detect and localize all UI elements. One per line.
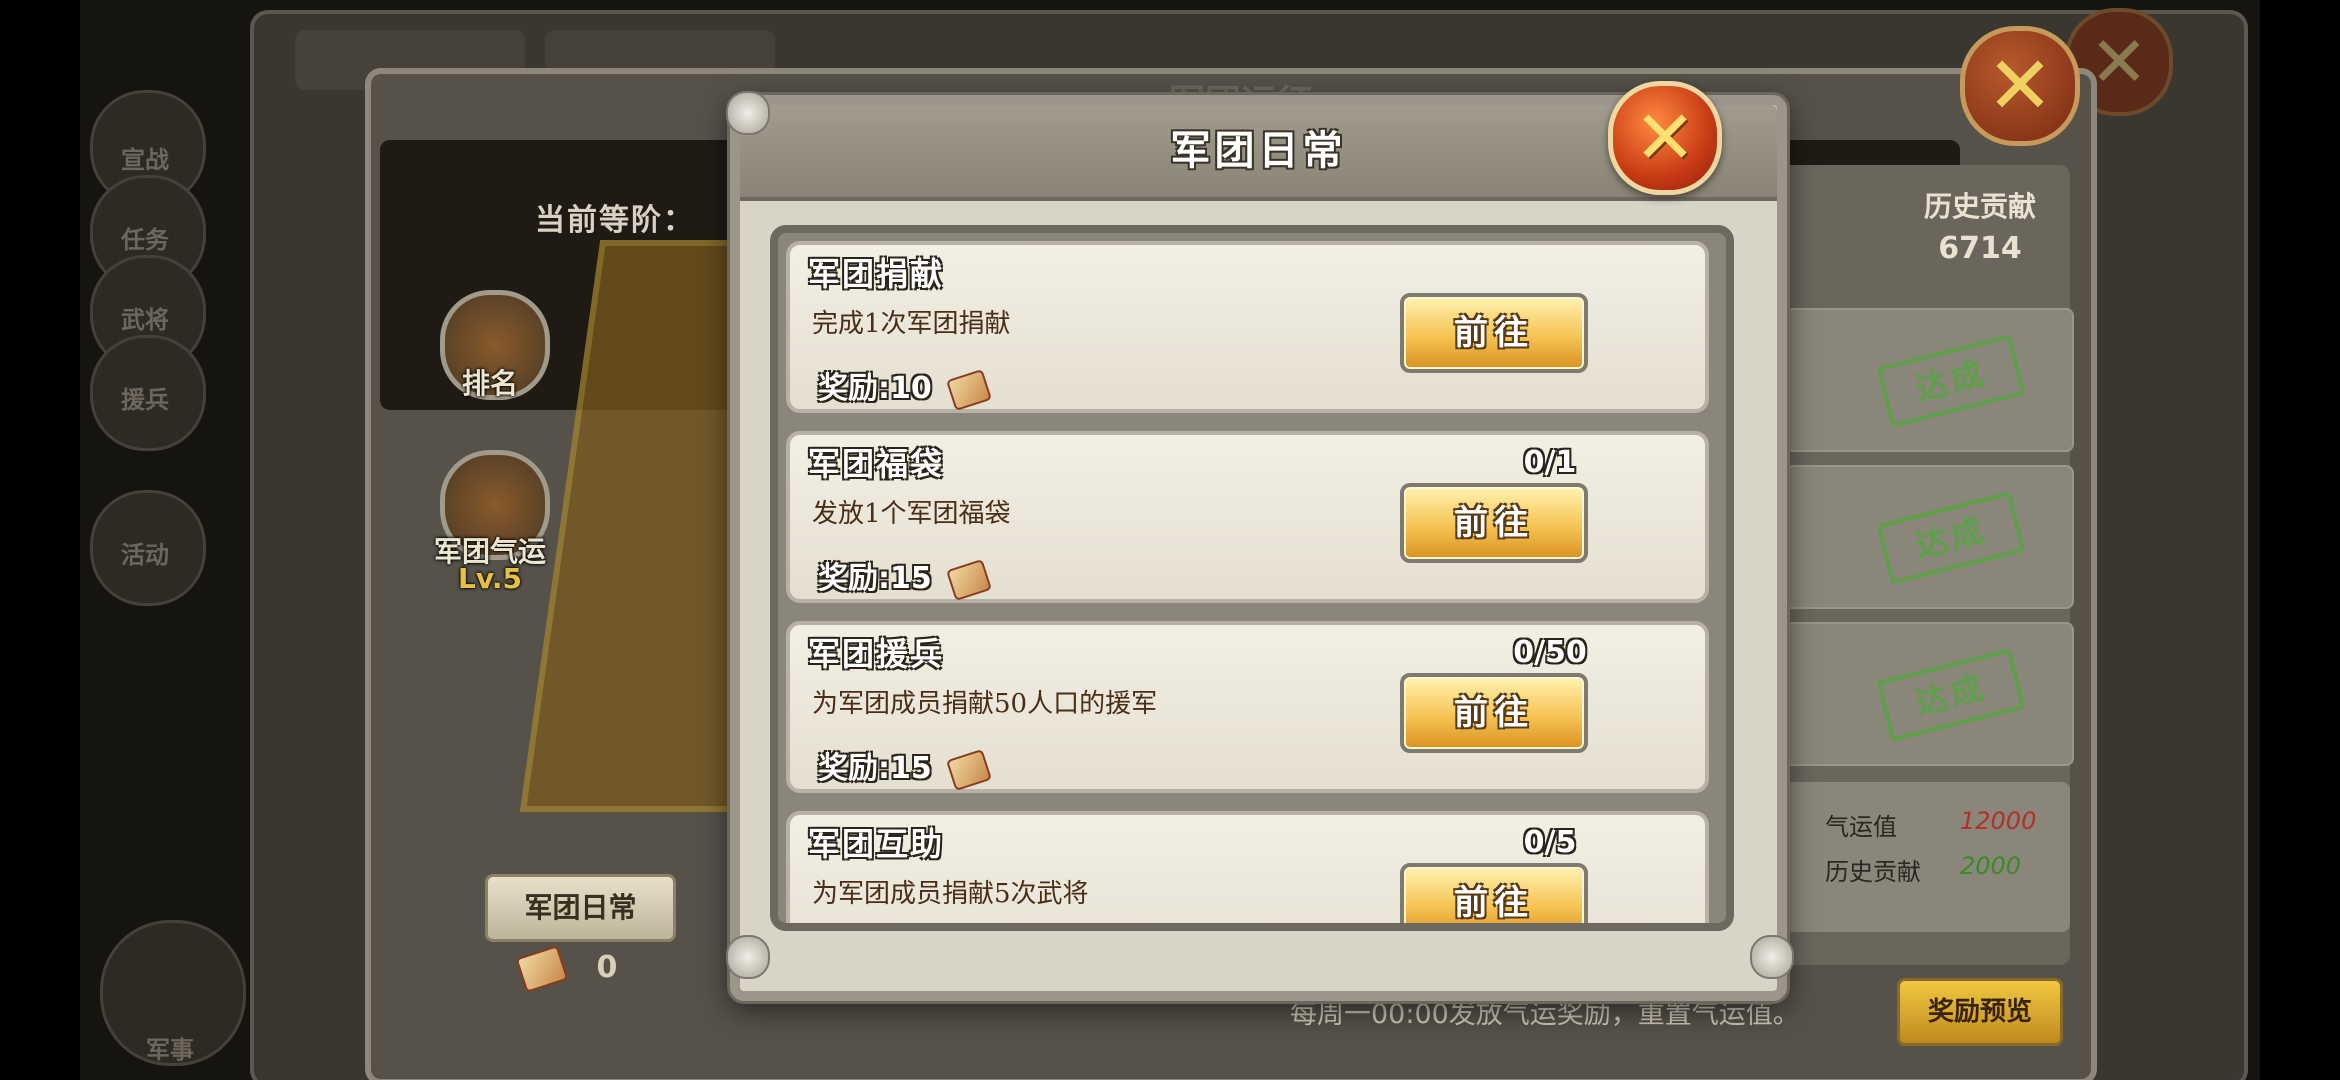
fortune-value-label: 气运值 — [1825, 813, 1897, 841]
game-screen: ✕ 宣战 任务 武将 援兵 活动 军事 军团远征 ✕ 当前等阶： 排名 军团气运… — [80, 0, 2260, 1080]
guild-daily-button[interactable]: 军团日常 — [485, 874, 676, 942]
side-nav-label: 武将 — [121, 306, 169, 334]
side-nav-label: 军事 — [146, 1036, 194, 1064]
fortune-value: 12000 — [1960, 807, 2037, 835]
task-reward-text: 奖励:15 — [818, 751, 932, 786]
task-name: 军团援兵 — [808, 635, 945, 673]
close-x-icon: ✕ — [1986, 39, 2054, 132]
task-reward-text: 奖励:10 — [818, 371, 932, 406]
go-button[interactable]: 前往 — [1400, 483, 1588, 563]
coin-count-value: 0 — [596, 950, 618, 985]
corner-ornament-icon — [726, 91, 770, 135]
scroll-icon — [515, 944, 569, 993]
achieved-stamp: 达成 — [1876, 648, 2026, 742]
fortune-info-box: 气运值 12000 历史贡献 2000 — [1785, 782, 2070, 932]
history-value: 2000 — [1960, 852, 2022, 880]
side-nav-label: 活动 — [121, 541, 169, 569]
side-nav-label: 宣战 — [121, 146, 169, 174]
modal-close-button[interactable]: ✕ — [1608, 81, 1722, 195]
guild-panel-close-button[interactable]: ✕ — [1960, 26, 2080, 146]
task-description: 为军团成员捐献5次武将 — [812, 879, 1089, 909]
history-contribution-value: 6714 — [1938, 231, 2022, 266]
task-description: 为军团成员捐献50人口的援军 — [812, 689, 1158, 719]
side-nav-label: 援兵 — [121, 386, 169, 414]
current-rank-label: 当前等阶： — [535, 203, 695, 238]
achieved-stamp: 达成 — [1876, 334, 2026, 428]
go-button[interactable]: 前往 — [1400, 863, 1588, 923]
task-progress: 0/1 — [1523, 445, 1577, 480]
achievement-card: 达成 — [1785, 308, 2074, 452]
side-nav-label: 任务 — [121, 226, 169, 254]
task-description: 完成1次军团捐献 — [812, 309, 1011, 339]
daily-coin-count: 0 — [515, 944, 618, 993]
task-name: 军团互助 — [808, 825, 945, 863]
task-reward-text: 奖励:15 — [818, 561, 932, 596]
close-x-icon: ✕ — [2089, 21, 2149, 103]
close-x-icon: ✕ — [1633, 95, 1696, 181]
go-button[interactable]: 前往 — [1400, 293, 1588, 373]
task-reward: 奖励:15 — [818, 553, 993, 601]
achieved-stamp: 达成 — [1876, 491, 2026, 585]
history-value-label: 历史贡献 — [1825, 858, 1921, 886]
task-progress: 0/50 — [1513, 635, 1587, 670]
reward-preview-button[interactable]: 奖励预览 — [1897, 978, 2063, 1046]
scroll-icon — [946, 558, 993, 601]
task-name: 军团捐献 — [808, 255, 945, 293]
task-item: 军团福袋 发放1个军团福袋 奖励:15 0/1 前往 — [786, 431, 1709, 603]
guild-fortune-level: Lv.5 — [458, 562, 522, 595]
task-progress: 0/5 — [1523, 825, 1577, 860]
achievement-card: 达成 — [1785, 622, 2074, 766]
history-contribution: 历史贡献 6714 — [1890, 185, 2070, 285]
task-description: 发放1个军团福袋 — [812, 499, 1011, 529]
achievement-card: 达成 — [1785, 465, 2074, 609]
task-item: 军团捐献 完成1次军团捐献 奖励:10 前往 — [786, 241, 1709, 413]
task-item: 军团互助 为军团成员捐献5次武将 0/5 前往 — [786, 811, 1709, 923]
ranking-label: 排名 — [461, 367, 518, 400]
task-reward: 奖励:15 — [818, 743, 993, 791]
corner-ornament-icon — [1750, 935, 1794, 979]
scroll-icon — [946, 748, 993, 791]
history-contribution-label: 历史贡献 — [1923, 190, 2036, 223]
guild-daily-modal: 军团日常 ✕ 军团捐献 完成1次军团捐献 奖励:10 前往 军团福袋 发放1个军… — [726, 81, 1794, 1001]
task-list[interactable]: 军团捐献 完成1次军团捐献 奖励:10 前往 军团福袋 发放1个军团福袋 奖励:… — [770, 225, 1734, 931]
go-button[interactable]: 前往 — [1400, 673, 1588, 753]
corner-ornament-icon — [726, 935, 770, 979]
task-name: 军团福袋 — [808, 445, 945, 483]
task-reward: 奖励:10 — [818, 363, 993, 411]
task-item: 军团援兵 为军团成员捐献50人口的援军 奖励:15 0/50 前往 — [786, 621, 1709, 793]
scroll-icon — [946, 368, 993, 411]
